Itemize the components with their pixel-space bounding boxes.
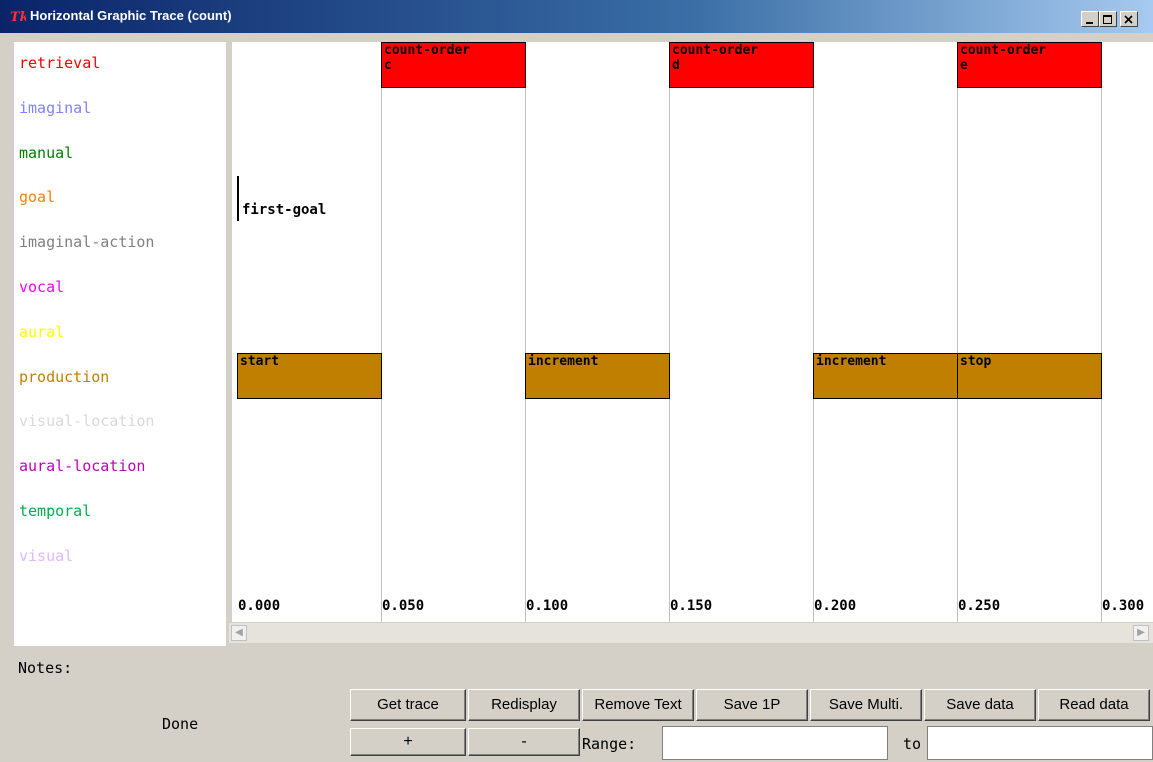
retrieval-event-box[interactable]: count-order e bbox=[957, 42, 1102, 88]
time-tick-label: 0.200 bbox=[814, 598, 857, 614]
goal-event-label: first-goal bbox=[242, 202, 327, 218]
production-event-label: stop bbox=[960, 354, 992, 369]
retrieval-event-chunk: d bbox=[672, 58, 680, 73]
time-tick-label: 0.300 bbox=[1102, 598, 1145, 614]
retrieval-event-box[interactable]: count-order d bbox=[669, 42, 814, 88]
time-gridline bbox=[525, 42, 526, 622]
window-title: Horizontal Graphic Trace (count) bbox=[30, 8, 232, 23]
maximize-icon bbox=[1103, 15, 1112, 24]
module-label: vocal bbox=[19, 278, 65, 296]
module-label: aural-location bbox=[19, 457, 146, 476]
svg-text:Tk: Tk bbox=[10, 10, 26, 24]
save-1p-button[interactable]: Save 1P bbox=[696, 689, 808, 721]
module-labels-panel: retrieval imaginal manual goal imaginal-acti… bbox=[14, 42, 226, 646]
time-gridline bbox=[1101, 42, 1102, 622]
retrieval-event-label: count-order bbox=[672, 43, 759, 58]
zoom-in-button[interactable]: + bbox=[350, 728, 466, 756]
retrieval-event-box[interactable]: count-order c bbox=[381, 42, 526, 88]
read-data-button[interactable]: Read data bbox=[1038, 689, 1150, 721]
trace-plot: first-goal 0.000 0.050 0.100 0.150 0.200 0.25… bbox=[232, 42, 1153, 622]
title-bar: Tk Horizontal Graphic Trace (count) bbox=[0, 0, 1153, 33]
time-gridline bbox=[813, 42, 814, 622]
horizontal-scrollbar[interactable]: ◀ ▶ bbox=[229, 623, 1153, 643]
goal-event-marker bbox=[237, 176, 239, 221]
range-start-input[interactable] bbox=[662, 726, 888, 760]
module-label: visual-location bbox=[19, 412, 155, 431]
close-button[interactable] bbox=[1120, 11, 1138, 27]
range-end-input[interactable] bbox=[927, 726, 1153, 760]
tk-logo-icon: Tk bbox=[10, 10, 26, 24]
time-tick-label: 0.100 bbox=[526, 598, 569, 614]
notes-label: Notes: bbox=[18, 659, 73, 677]
retrieval-event-chunk: e bbox=[960, 58, 968, 73]
module-label: aural bbox=[19, 322, 65, 341]
production-event-label: increment bbox=[816, 354, 887, 369]
production-event-box[interactable]: stop bbox=[957, 353, 1102, 399]
save-data-button[interactable]: Save data bbox=[924, 689, 1036, 721]
maximize-button[interactable] bbox=[1099, 11, 1117, 27]
module-label: imaginal-action bbox=[19, 233, 155, 252]
range-label: Range: bbox=[582, 735, 637, 753]
close-icon bbox=[1124, 15, 1133, 24]
minimize-button[interactable] bbox=[1081, 11, 1099, 27]
production-event-label: start bbox=[240, 354, 280, 369]
zoom-out-button[interactable]: - bbox=[468, 728, 580, 756]
production-event-box[interactable]: increment bbox=[525, 353, 670, 399]
time-gridline bbox=[957, 42, 958, 622]
remove-text-button[interactable]: Remove Text bbox=[582, 689, 694, 721]
module-label: manual bbox=[19, 143, 74, 162]
production-event-box[interactable]: increment bbox=[813, 353, 958, 399]
time-tick-label: 0.150 bbox=[670, 598, 713, 614]
scroll-left-arrow[interactable]: ◀ bbox=[231, 625, 247, 641]
module-label: goal bbox=[19, 188, 56, 207]
retrieval-event-label: count-order bbox=[384, 43, 471, 58]
module-label: temporal bbox=[19, 502, 92, 520]
retrieval-event-chunk: c bbox=[384, 58, 392, 73]
minimize-icon bbox=[1086, 22, 1093, 24]
scroll-right-arrow[interactable]: ▶ bbox=[1133, 625, 1149, 641]
time-tick-label: 0.000 bbox=[238, 598, 281, 614]
module-label: imaginal bbox=[19, 98, 92, 117]
production-event-label: increment bbox=[528, 354, 599, 369]
redisplay-button[interactable]: Redisplay bbox=[468, 689, 580, 721]
time-gridline bbox=[381, 42, 382, 622]
time-tick-label: 0.050 bbox=[382, 598, 425, 614]
production-event-box[interactable]: start bbox=[237, 353, 382, 399]
module-label: visual bbox=[19, 546, 74, 565]
time-gridline bbox=[669, 42, 670, 622]
module-label: production bbox=[19, 367, 110, 386]
get-trace-button[interactable]: Get trace bbox=[350, 689, 466, 721]
status-text: Done bbox=[162, 715, 199, 733]
range-to-label: to bbox=[903, 735, 922, 753]
retrieval-event-label: count-order bbox=[960, 43, 1047, 58]
save-multi-button[interactable]: Save Multi. bbox=[810, 689, 922, 721]
time-tick-label: 0.250 bbox=[958, 598, 1001, 614]
module-label: retrieval bbox=[19, 54, 101, 72]
